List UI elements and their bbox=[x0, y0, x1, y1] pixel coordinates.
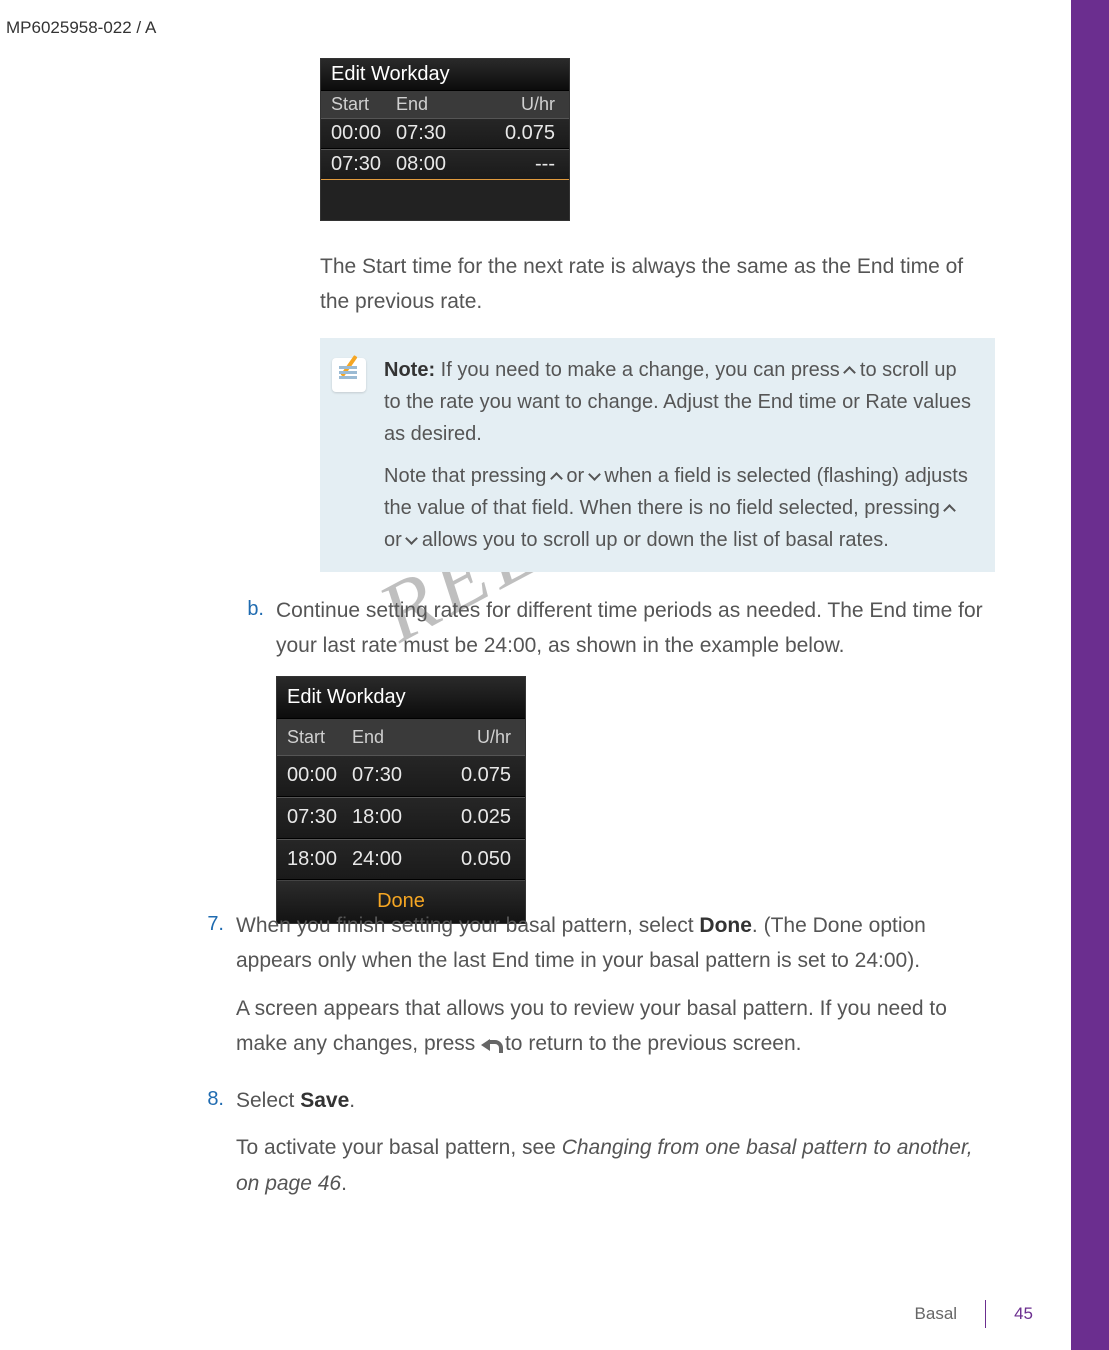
paragraph: The Start time for the next rate is alwa… bbox=[320, 249, 995, 320]
list-marker: 8. bbox=[192, 1083, 236, 1213]
list-marker: b. bbox=[232, 593, 276, 952]
col-start: Start bbox=[321, 91, 396, 118]
cell-end: 07:30 bbox=[352, 756, 437, 796]
cell-uhr: 0.025 bbox=[437, 798, 525, 838]
note-icon bbox=[332, 358, 366, 392]
cell-start: 00:00 bbox=[321, 119, 396, 148]
note-box: Note: If you need to make a change, you … bbox=[320, 338, 995, 572]
cell-end: 24:00 bbox=[352, 840, 437, 880]
cell-end: 08:00 bbox=[396, 150, 481, 179]
cell-uhr: --- bbox=[481, 150, 569, 179]
list-item-b: b. Continue setting rates for different … bbox=[232, 593, 992, 952]
footer-chapter: Basal bbox=[915, 1304, 958, 1324]
cell-uhr: 0.075 bbox=[481, 119, 569, 148]
blank-area bbox=[321, 180, 569, 220]
table-row: 00:00 07:30 0.075 bbox=[321, 118, 569, 149]
back-arrow-icon bbox=[481, 1037, 499, 1051]
table-row: 18:00 24:00 0.050 bbox=[277, 839, 525, 881]
list-body: When you finish setting your basal patte… bbox=[236, 908, 992, 1073]
cell-start: 07:30 bbox=[321, 150, 396, 179]
device-b-title: Edit Workday bbox=[277, 677, 525, 720]
col-end: End bbox=[352, 719, 437, 755]
list-body: Continue setting rates for different tim… bbox=[276, 593, 992, 952]
col-end: End bbox=[396, 91, 481, 118]
chevron-up-icon bbox=[944, 504, 957, 517]
cell-start: 07:30 bbox=[277, 798, 352, 838]
table-row: 00:00 07:30 0.075 bbox=[277, 755, 525, 797]
cell-end: 18:00 bbox=[352, 798, 437, 838]
col-start: Start bbox=[277, 719, 352, 755]
side-tab-marker bbox=[1053, 282, 1065, 294]
save-text: Save bbox=[300, 1089, 349, 1112]
device-a-title: Edit Workday bbox=[321, 59, 569, 91]
device-b-header: Start End U/hr bbox=[277, 719, 525, 755]
footer-page: 45 bbox=[1014, 1304, 1033, 1324]
cell-uhr: 0.050 bbox=[437, 840, 525, 880]
list-body: Select Save. To activate your basal patt… bbox=[236, 1083, 992, 1213]
footer: Basal 45 bbox=[915, 1300, 1033, 1328]
done-text: Done bbox=[699, 914, 752, 937]
col-uhr: U/hr bbox=[437, 719, 525, 755]
list-item-7: 7. When you finish setting your basal pa… bbox=[192, 908, 992, 1073]
cell-uhr: 0.075 bbox=[437, 756, 525, 796]
cell-end: 07:30 bbox=[396, 119, 481, 148]
side-band bbox=[1071, 0, 1109, 1350]
note-text: Note: If you need to make a change, you … bbox=[384, 354, 973, 556]
list-marker: 7. bbox=[192, 908, 236, 1073]
col-uhr: U/hr bbox=[481, 91, 569, 118]
note-label: Note: bbox=[384, 359, 435, 381]
list-item-8: 8. Select Save. To activate your basal p… bbox=[192, 1083, 992, 1213]
table-row: 07:30 08:00 --- bbox=[321, 149, 569, 180]
table-row: 07:30 18:00 0.025 bbox=[277, 797, 525, 839]
device-a-header: Start End U/hr bbox=[321, 91, 569, 118]
cell-start: 00:00 bbox=[277, 756, 352, 796]
footer-divider bbox=[985, 1300, 986, 1328]
document-id: MP6025958-022 / A bbox=[6, 18, 156, 38]
device-screenshot-a: Edit Workday Start End U/hr 00:00 07:30 … bbox=[320, 58, 570, 221]
cell-start: 18:00 bbox=[277, 840, 352, 880]
device-screenshot-b: Edit Workday Start End U/hr 00:00 07:30 … bbox=[276, 676, 526, 924]
side-tab-label: basal bbox=[1033, 304, 1071, 352]
